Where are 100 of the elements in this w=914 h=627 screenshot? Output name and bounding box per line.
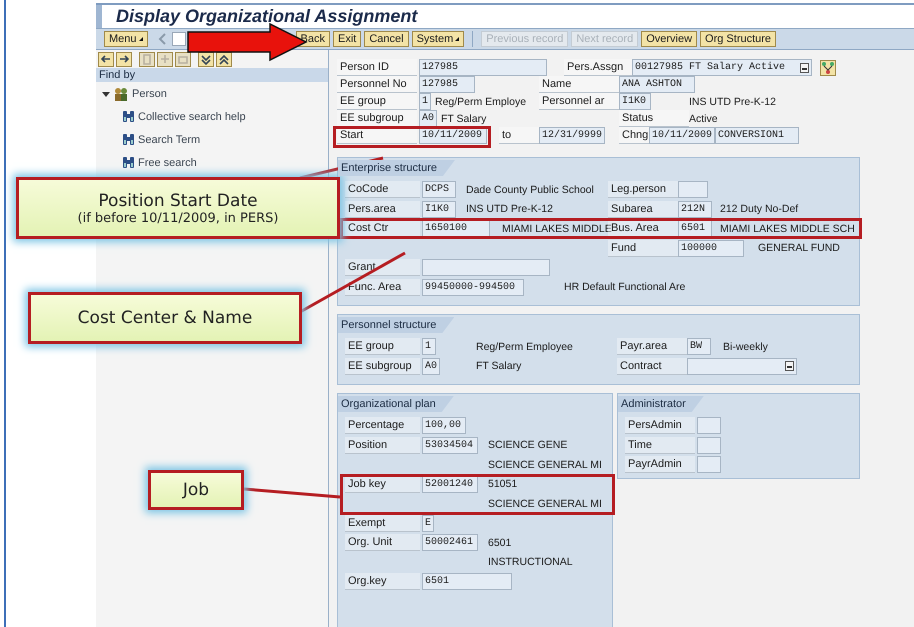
panel-title: Personnel structure [338, 317, 454, 333]
input-field[interactable]: ANA ASHTON [619, 76, 695, 93]
input-field[interactable]: 10/11/2009 [649, 127, 715, 144]
input-field[interactable] [697, 417, 721, 434]
field-label: EE subgroup [345, 358, 420, 375]
field-text: GENERAL FUND [758, 242, 841, 254]
field-label: EE group [337, 93, 417, 110]
panel-header: Find by [96, 68, 328, 82]
field-label: Position [345, 436, 420, 454]
field-text: SCIENCE GENE [488, 439, 568, 452]
input-field[interactable]: I1K0 [422, 200, 456, 218]
tree-item[interactable]: Collective search help [138, 110, 246, 122]
field-label: Org.key [345, 573, 420, 590]
toolbar-button[interactable]: Cancel [364, 31, 409, 47]
input-field[interactable]: DCPS [422, 181, 456, 198]
input-field[interactable]: 1 [422, 338, 436, 356]
callout-note: (if before 10/11/2009, in PERS) [76, 210, 280, 226]
input-field[interactable]: 12/31/9999 [539, 127, 605, 144]
input-field[interactable]: 212N [678, 200, 712, 218]
field-label: Payr.area [617, 338, 687, 356]
tree-item[interactable]: Person [132, 88, 167, 100]
field-label: Leg.person [608, 181, 678, 198]
dropdown-field[interactable] [687, 358, 797, 375]
callout-title: Position Start Date [97, 190, 259, 210]
expand-caret-icon[interactable] [102, 90, 110, 98]
field-text: INS UTD Pre-K-12 [466, 203, 554, 216]
command-field[interactable] [172, 32, 186, 46]
panel-title: Administrator [618, 396, 704, 412]
input-field[interactable]: 99450000-994500 [422, 278, 524, 296]
field-label: to [499, 127, 539, 144]
toolbar-button[interactable]: System [412, 31, 464, 47]
collapse-icon[interactable] [198, 52, 214, 66]
dropdown-field[interactable]: 00127985 FT Salary Active [632, 59, 812, 76]
field-text: 212 Duty No-Def [720, 203, 800, 216]
callout-title: Cost Center & Name [76, 308, 254, 328]
field-label: Fund [608, 240, 678, 257]
input-field[interactable] [697, 456, 721, 474]
field-text: Bi-weekly [723, 340, 769, 353]
field-text: Active [689, 112, 719, 124]
field-label: Org. Unit [345, 534, 420, 552]
toolbar-button[interactable]: Exit [333, 31, 362, 47]
field-label: Pers.Assgn [564, 59, 632, 76]
binoculars-icon [122, 133, 135, 146]
field-label: Time [625, 436, 695, 454]
input-field[interactable]: A0 [419, 110, 437, 127]
field-label: Percentage [345, 417, 420, 434]
input-field[interactable]: 53034504 [422, 436, 478, 454]
field-label: Name [539, 76, 619, 93]
menu-button[interactable]: Menu [104, 31, 148, 47]
field-label: Status [619, 110, 689, 127]
field-text: Reg/Perm Employee [476, 340, 574, 353]
field-label: Start [337, 127, 417, 144]
input-field[interactable] [422, 259, 550, 276]
toolbar-button[interactable]: Org Structure [700, 31, 776, 47]
field-label: Contract [617, 358, 687, 375]
input-field[interactable] [697, 436, 721, 454]
field-text: MIAMI LAKES MIDDLE SCH [720, 222, 855, 235]
binoculars-icon [122, 110, 135, 123]
field-text: Reg/Perm Employe [435, 96, 528, 108]
input-field[interactable]: 127985 [419, 59, 547, 76]
field-text: SCIENCE GENERAL MI [488, 498, 603, 510]
input-field[interactable]: E [422, 514, 434, 532]
binoculars-icon [122, 156, 135, 169]
input-field[interactable]: I1K0 [619, 93, 651, 110]
field-label: Exempt [345, 514, 420, 532]
input-field[interactable]: CONVERSION1 [715, 127, 799, 144]
field-text: SCIENCE GENERAL MI [488, 458, 603, 471]
field-label: EE group [345, 338, 420, 356]
field-label: EE subgroup [337, 110, 417, 127]
field-label: Subarea [608, 200, 678, 218]
toolbar-button[interactable]: Overview [641, 31, 698, 47]
input-field[interactable]: 100,00 [422, 417, 466, 434]
field-text: INSTRUCTIONAL [488, 556, 574, 568]
field-text: HR Default Functional Are [564, 281, 686, 294]
input-field[interactable]: BW [687, 338, 711, 356]
field-label: Chng [619, 127, 649, 144]
dropdown-icon[interactable] [800, 62, 809, 72]
hierarchy-icon[interactable] [820, 60, 836, 76]
expand-icon[interactable] [216, 52, 232, 66]
input-field[interactable]: A0 [422, 358, 440, 375]
field-label: PayrAdmin [625, 456, 695, 474]
input-field[interactable]: 1 [419, 93, 431, 110]
people-icon [113, 86, 129, 100]
field-label: Cost Ctr [345, 220, 420, 238]
document-icon[interactable] [139, 52, 155, 66]
field-label: Person ID [337, 59, 417, 76]
field-text: INS UTD Pre-K-12 [689, 96, 777, 108]
field-label: Pers.area [345, 200, 420, 218]
panel-title: Enterprise structure [338, 160, 455, 176]
input-field[interactable]: 50002461 [422, 534, 478, 552]
field-label: PersAdmin [625, 417, 695, 434]
tree-item[interactable]: Search Term [138, 134, 200, 146]
input-field[interactable]: 6501 [422, 573, 512, 590]
input-field[interactable]: 127985 [419, 76, 475, 93]
input-field[interactable] [678, 181, 708, 198]
tree-item[interactable]: Free search [138, 156, 197, 168]
panel-title: Organizational plan [338, 396, 454, 412]
field-text: 6501 [488, 536, 512, 549]
dropdown-icon[interactable] [785, 361, 794, 372]
input-field[interactable]: 100000 [678, 240, 744, 257]
